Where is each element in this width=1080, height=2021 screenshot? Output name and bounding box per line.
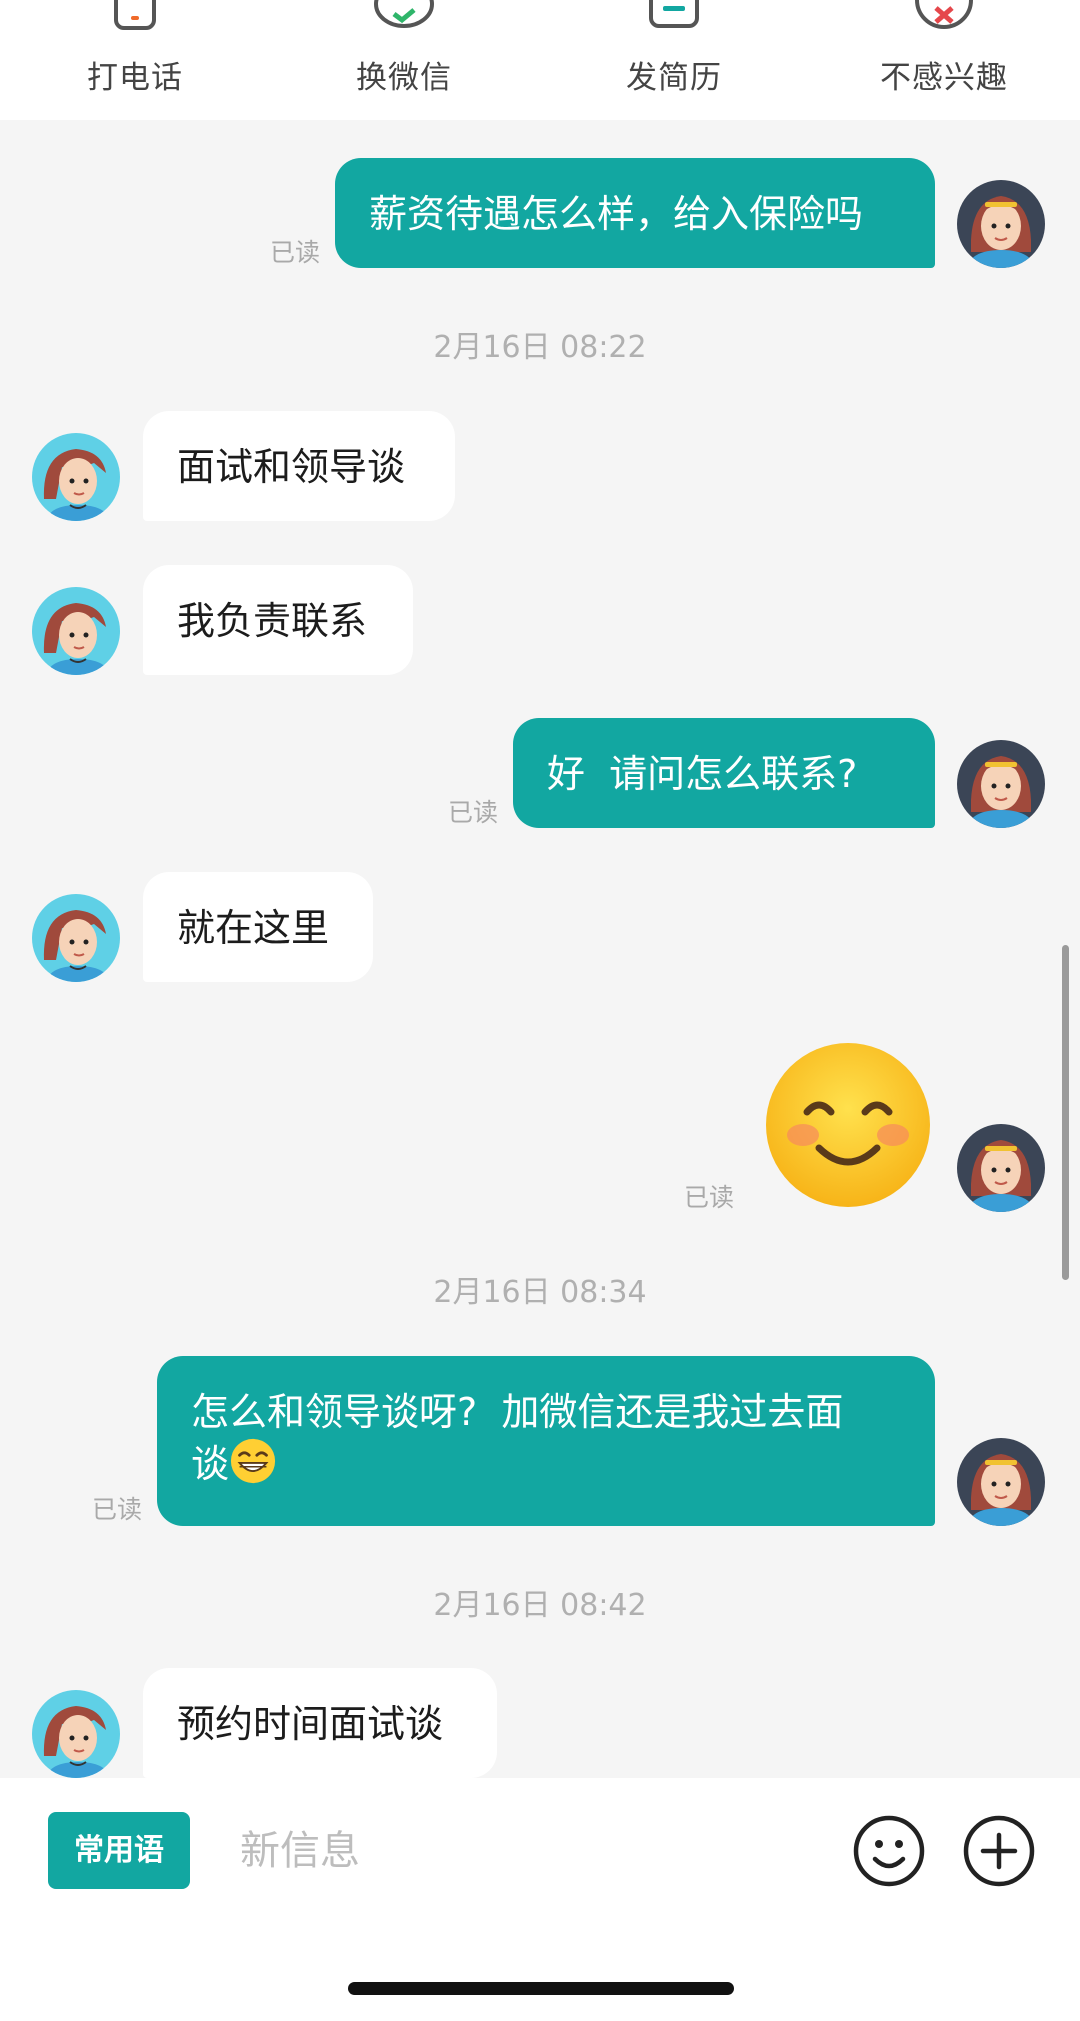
message-text-line-end: 谈 bbox=[191, 1442, 230, 1486]
call-label: 打电话 bbox=[87, 60, 183, 96]
contact-avatar[interactable] bbox=[32, 1690, 120, 1778]
exchange-wechat-label: 换微信 bbox=[356, 60, 452, 96]
wechat-icon bbox=[374, 0, 434, 28]
action-bar: 打电话 换微信 发简历 不感兴趣 bbox=[0, 0, 1080, 120]
read-status: 已读 bbox=[448, 798, 499, 827]
contact-avatar-image bbox=[32, 433, 120, 521]
more-options-button[interactable] bbox=[963, 1815, 1035, 1887]
timestamp: 2月16日 08:34 bbox=[433, 1275, 647, 1310]
chat-list[interactable]: 已读 薪资待遇怎么样，给入保险吗 2月16日 08:22 面试和领导谈 我负责联… bbox=[0, 120, 1080, 1778]
send-resume-action[interactable]: 发简历 bbox=[594, 0, 754, 120]
read-status: 已读 bbox=[92, 1495, 143, 1524]
my-avatar-image bbox=[957, 1438, 1045, 1526]
message-bubble-received[interactable]: 我负责联系 bbox=[143, 565, 413, 675]
message-bubble-sent[interactable]: 怎么和领导谈呀? 加微信还是我过去面 谈 bbox=[157, 1356, 935, 1526]
contact-avatar[interactable] bbox=[32, 894, 120, 982]
message-bubble-received[interactable]: 就在这里 bbox=[143, 872, 373, 982]
read-status: 已读 bbox=[270, 238, 321, 267]
timestamp: 2月16日 08:22 bbox=[433, 330, 647, 365]
grinning-face-emoji-image bbox=[230, 1438, 276, 1484]
my-avatar-image bbox=[957, 180, 1045, 268]
contact-avatar[interactable] bbox=[32, 587, 120, 675]
contact-avatar[interactable] bbox=[32, 433, 120, 521]
my-avatar[interactable] bbox=[957, 740, 1045, 828]
resume-icon bbox=[649, 0, 699, 28]
not-interested-icon bbox=[915, 0, 973, 29]
not-interested-label: 不感兴趣 bbox=[880, 60, 1008, 96]
message-input[interactable] bbox=[240, 1812, 800, 1889]
emoji-button[interactable] bbox=[853, 1815, 925, 1887]
my-avatar[interactable] bbox=[957, 1124, 1045, 1212]
message-text-line: 谈 bbox=[191, 1437, 901, 1497]
my-avatar-image bbox=[957, 1124, 1045, 1212]
smiley-icon bbox=[853, 1815, 925, 1887]
scrollbar[interactable] bbox=[1062, 945, 1069, 1280]
not-interested-action[interactable]: 不感兴趣 bbox=[864, 0, 1024, 120]
home-indicator[interactable] bbox=[348, 1982, 734, 1995]
contact-avatar-image bbox=[32, 1690, 120, 1778]
my-avatar-image bbox=[957, 740, 1045, 828]
contact-avatar-image bbox=[32, 587, 120, 675]
timestamp: 2月16日 08:42 bbox=[433, 1588, 647, 1623]
grinning-face-emoji bbox=[229, 1437, 277, 1497]
message-bubble-received[interactable]: 预约时间面试谈 bbox=[143, 1668, 497, 1778]
smiling-face-emoji-image bbox=[766, 1043, 930, 1207]
smiling-face-emoji[interactable] bbox=[763, 1040, 933, 1214]
phone-icon bbox=[114, 0, 156, 30]
message-bubble-sent[interactable]: 好 请问怎么联系? bbox=[513, 718, 935, 828]
my-avatar[interactable] bbox=[957, 180, 1045, 268]
my-avatar[interactable] bbox=[957, 1438, 1045, 1526]
contact-avatar-image bbox=[32, 894, 120, 982]
message-bubble-sent[interactable]: 薪资待遇怎么样，给入保险吗 bbox=[335, 158, 935, 268]
message-bubble-received[interactable]: 面试和领导谈 bbox=[143, 411, 455, 521]
call-action[interactable]: 打电话 bbox=[55, 0, 215, 120]
send-resume-label: 发简历 bbox=[626, 60, 722, 96]
common-phrases-button[interactable]: 常用语 bbox=[48, 1812, 190, 1889]
read-status: 已读 bbox=[684, 1183, 735, 1212]
message-text-line: 怎么和领导谈呀? 加微信还是我过去面 bbox=[191, 1390, 844, 1434]
plus-circle-icon bbox=[963, 1815, 1035, 1887]
exchange-wechat-action[interactable]: 换微信 bbox=[324, 0, 484, 120]
